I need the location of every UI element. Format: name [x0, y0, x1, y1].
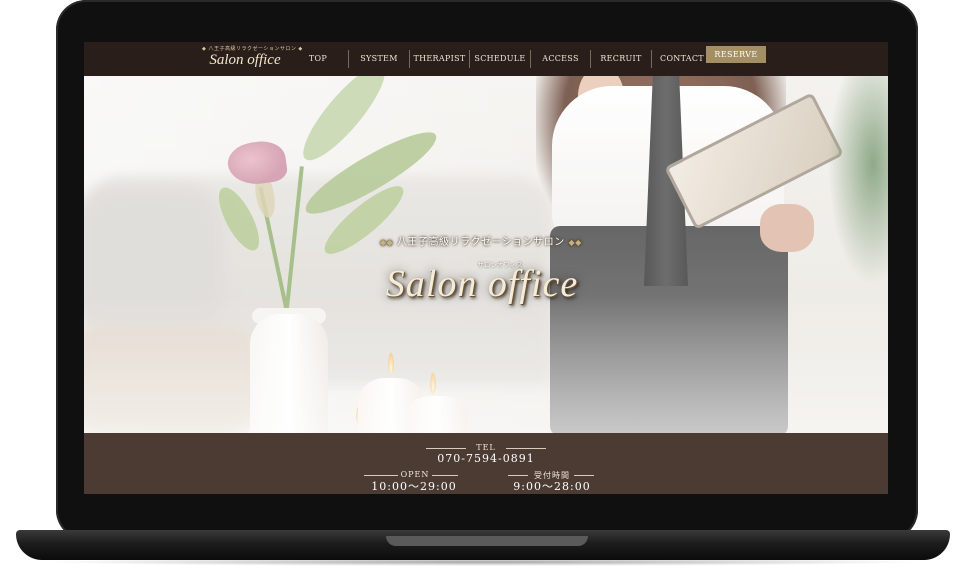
main-nav: TOP SYSTEM THERAPIST SCHEDULE ACCESS REC… [288, 42, 712, 76]
nav-access[interactable]: ACCESS [531, 50, 591, 68]
divider [432, 475, 458, 476]
laptop-shadow [40, 558, 926, 566]
nav-contact[interactable]: CONTACT [652, 50, 712, 68]
hero-image: ◆◆ 八王子高級リラクゼーションサロン ◆◆ サロンオフィス Salon off… [84, 76, 888, 433]
logo-text: Salon office [209, 52, 281, 68]
hero-logo: Salon office [385, 263, 579, 305]
nav-top[interactable]: TOP [288, 50, 349, 68]
reserve-button[interactable]: RESERVE [706, 46, 766, 63]
divider [506, 448, 546, 449]
header-navbar: ◆ 八王子高級リラクゼーションサロン ◆ Salon office TOP SY… [84, 42, 888, 76]
website-screen: ◆ 八王子高級リラクゼーションサロン ◆ Salon office TOP SY… [84, 42, 888, 494]
divider [426, 448, 466, 449]
nav-system[interactable]: SYSTEM [349, 50, 410, 68]
diamond-icon: ◆◆ [380, 238, 394, 247]
divider [574, 475, 594, 476]
open-hours: 10:00〜29:00 [371, 480, 457, 493]
nav-schedule[interactable]: SCHEDULE [470, 50, 531, 68]
logo-tagline: ◆ 八王子高級リラクゼーションサロン ◆ [202, 46, 303, 52]
laptop-notch [386, 536, 588, 546]
tel-label: TEL [476, 443, 496, 452]
divider [508, 475, 528, 476]
hero-veil [84, 76, 888, 433]
divider [364, 475, 398, 476]
diamond-icon: ◆◆ [568, 238, 582, 247]
hero-tagline: ◆◆ 八王子高級リラクゼーションサロン ◆◆ [380, 237, 582, 248]
info-bar: TEL 070-7594-0891 OPEN 10:00〜29:00 受付時間 … [84, 433, 888, 494]
tel-number[interactable]: 070-7594-0891 [426, 452, 546, 465]
nav-therapist[interactable]: THERAPIST [410, 50, 470, 68]
nav-recruit[interactable]: RECRUIT [591, 50, 652, 68]
site-logo[interactable]: ◆ 八王子高級リラクゼーションサロン ◆ Salon office [202, 44, 303, 74]
reception-hours: 9:00〜28:00 [513, 480, 591, 493]
